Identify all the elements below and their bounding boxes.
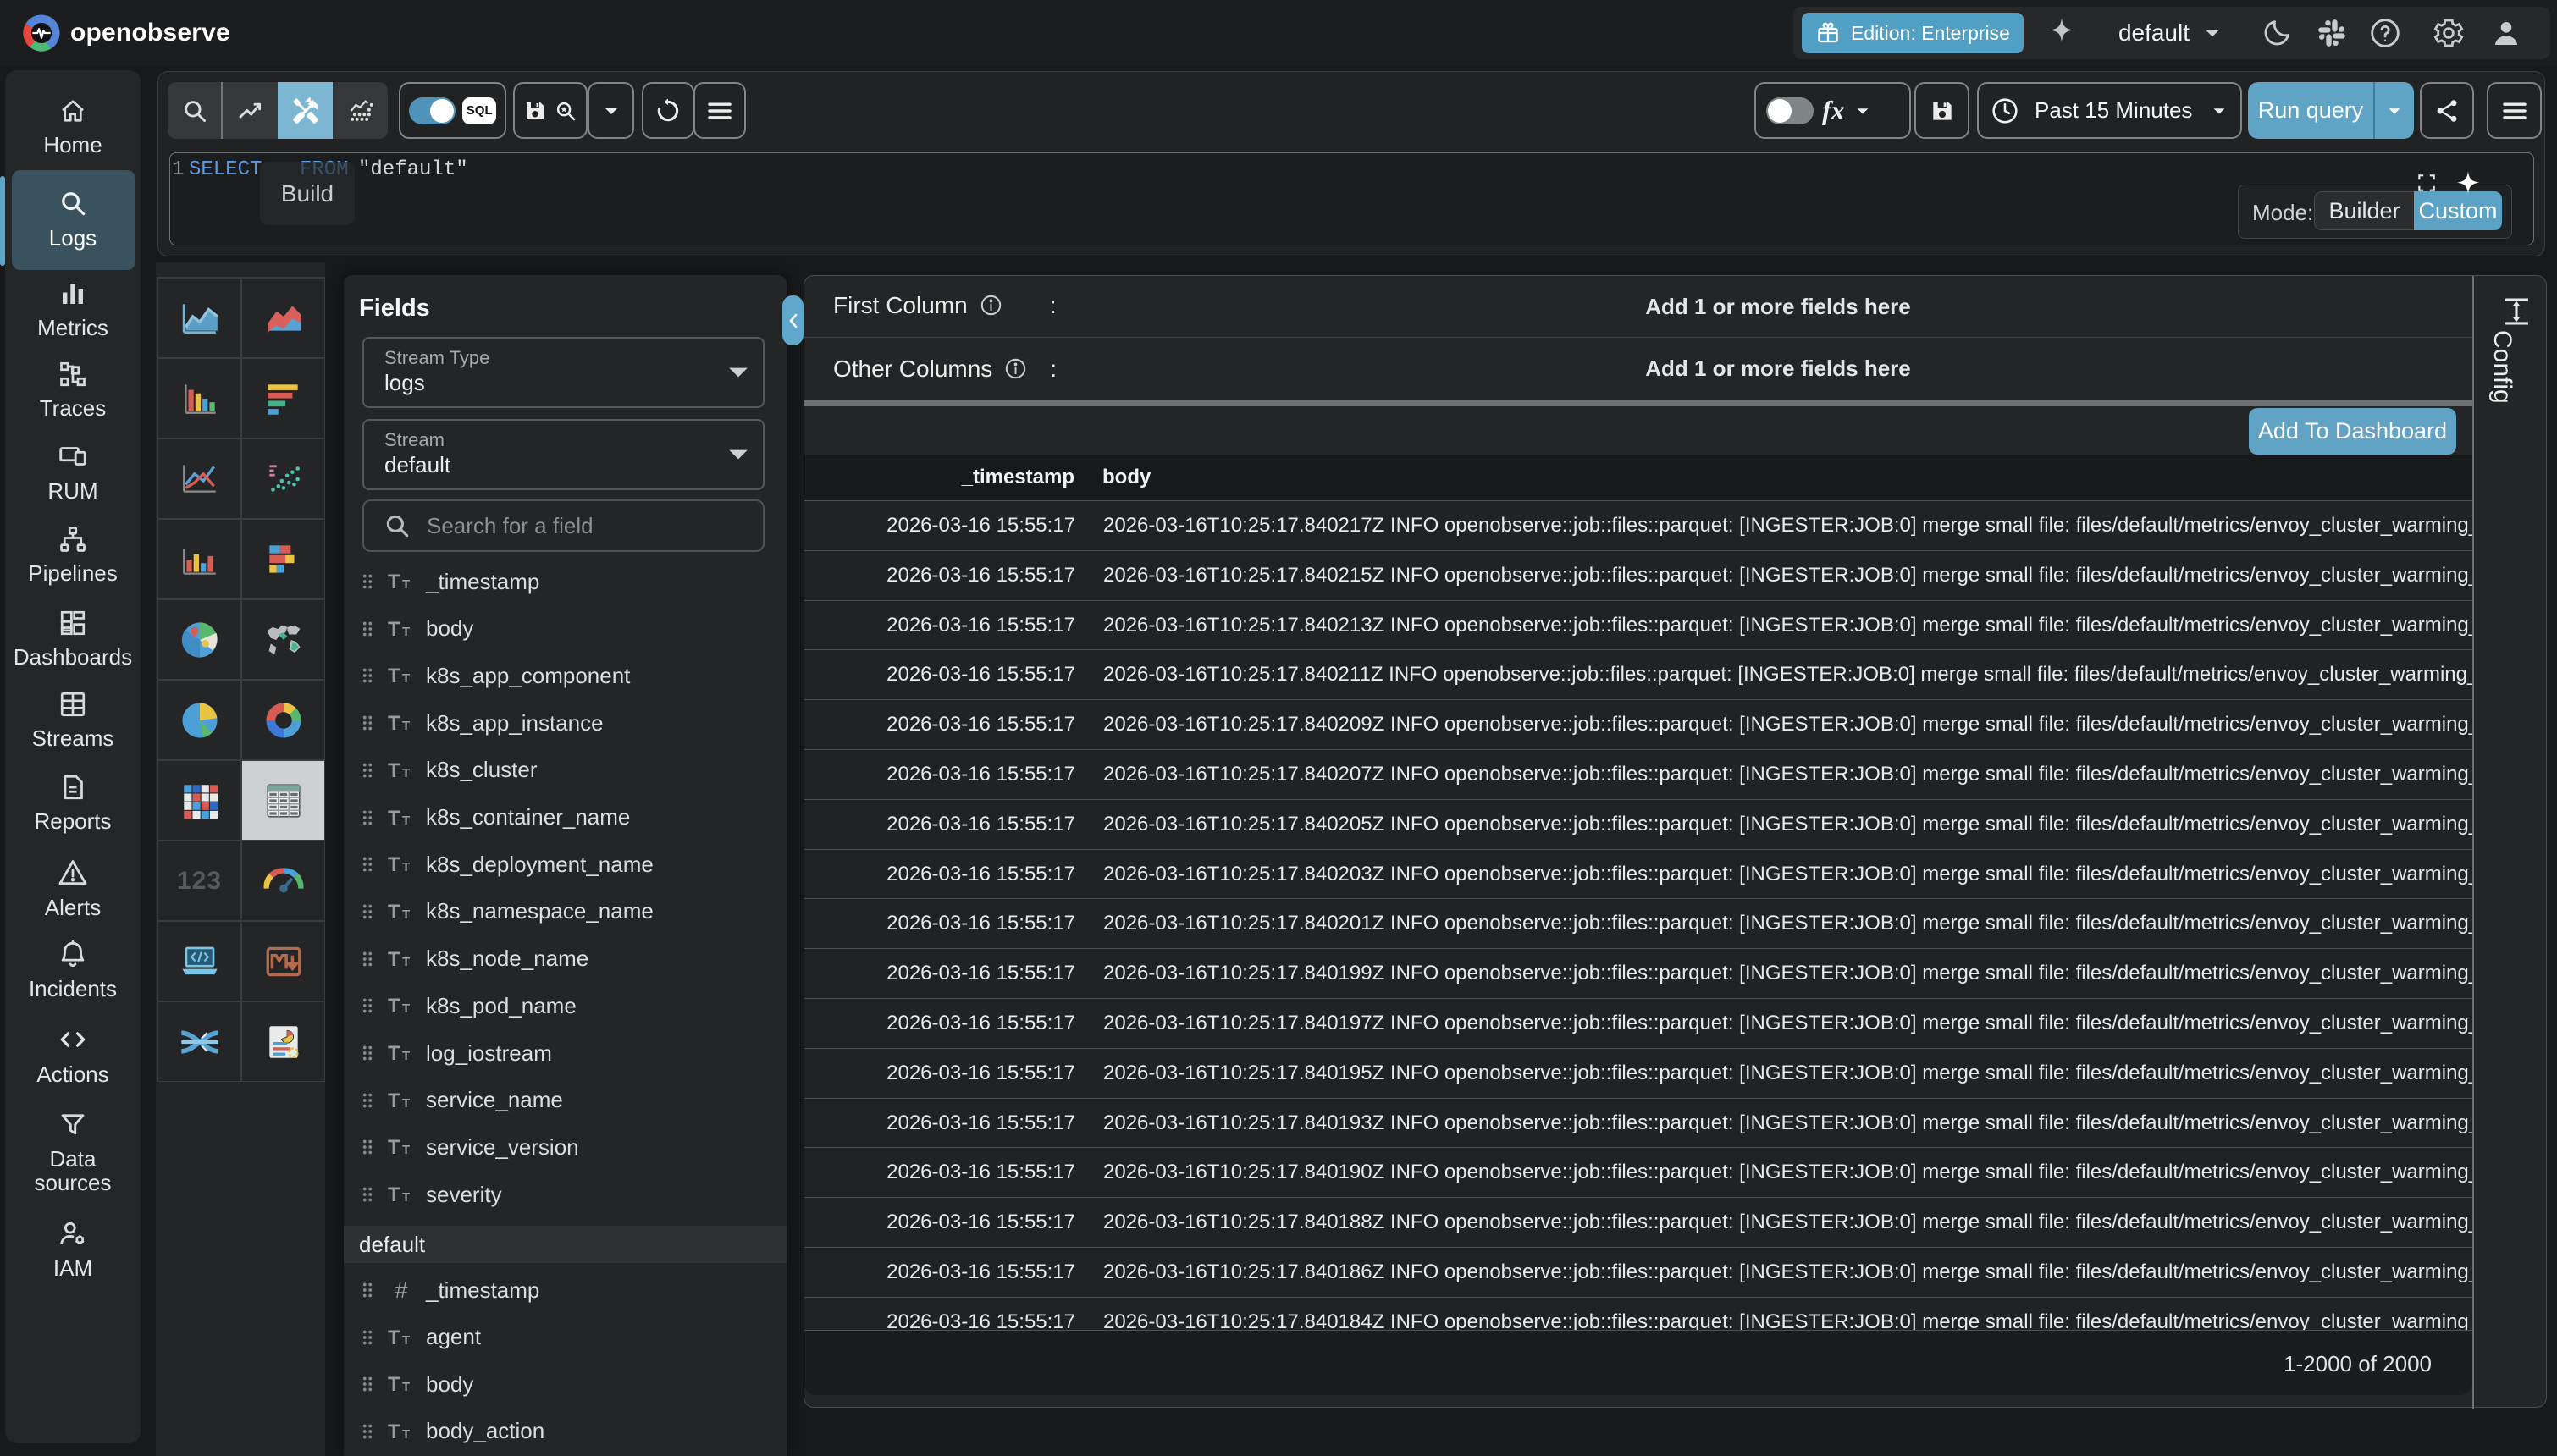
- svg-text:T: T: [402, 1333, 410, 1348]
- svg-text:T: T: [402, 955, 410, 969]
- svg-text:T: T: [402, 860, 410, 874]
- svg-text:T: T: [402, 1049, 410, 1063]
- svg-text:T: T: [402, 1143, 410, 1157]
- svg-text:T: T: [388, 1089, 400, 1111]
- svg-text:T: T: [402, 719, 410, 733]
- svg-text:T: T: [388, 1420, 400, 1442]
- svg-text:T: T: [402, 907, 410, 922]
- svg-text:T: T: [402, 577, 410, 592]
- svg-text:T: T: [388, 995, 400, 1017]
- svg-text:T: T: [388, 571, 400, 593]
- svg-text:T: T: [402, 1380, 410, 1394]
- svg-text:T: T: [402, 1190, 410, 1205]
- svg-text:T: T: [388, 1183, 400, 1205]
- svg-text:T: T: [388, 853, 400, 875]
- svg-text:T: T: [402, 813, 410, 828]
- svg-text:T: T: [388, 1042, 400, 1064]
- svg-text:T: T: [402, 766, 410, 780]
- svg-text:T: T: [388, 1373, 400, 1395]
- svg-text:T: T: [388, 1326, 400, 1348]
- svg-text:T: T: [388, 712, 400, 734]
- svg-text:T: T: [388, 759, 400, 781]
- svg-text:T: T: [402, 1001, 410, 1016]
- svg-text:T: T: [402, 671, 410, 686]
- svg-text:T: T: [388, 948, 400, 970]
- svg-text:T: T: [402, 1427, 410, 1442]
- svg-text:T: T: [402, 625, 410, 639]
- svg-text:T: T: [388, 807, 400, 829]
- svg-text:T: T: [388, 1136, 400, 1158]
- svg-text:T: T: [402, 1096, 410, 1111]
- svg-text:T: T: [388, 618, 400, 640]
- svg-text:T: T: [388, 665, 400, 687]
- svg-text:T: T: [388, 901, 400, 923]
